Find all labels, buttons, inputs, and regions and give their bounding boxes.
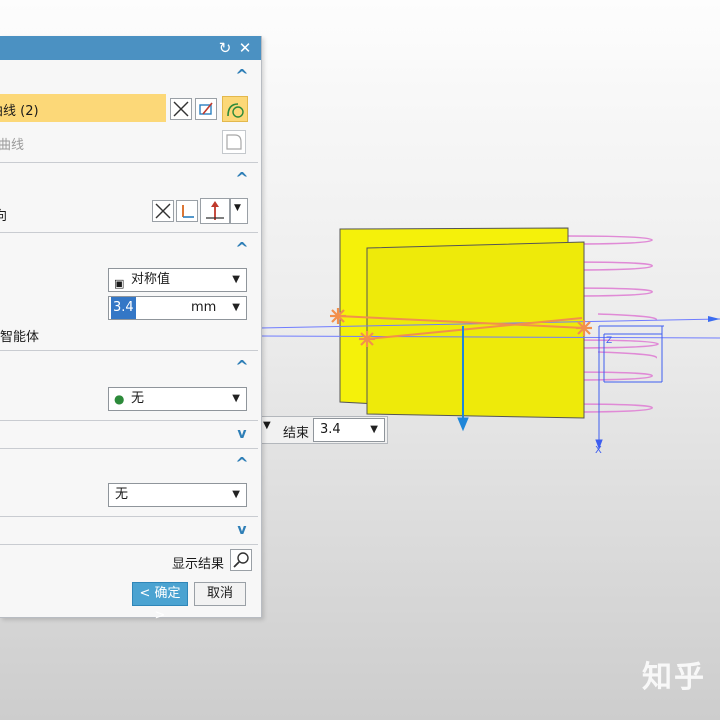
cube-icon: ▣ [114,277,125,290]
boolean-dropdown[interactable]: ● 无 ▼ [108,387,247,411]
select-curve-prompt: 曲线 [0,138,25,153]
end-value-field[interactable]: 3.4 ▼ [313,418,385,442]
reset-icon[interactable]: ↻ [216,39,234,57]
boolean-section-header[interactable]: ^ [0,355,258,381]
chevron-down-icon: ▼ [232,393,240,404]
cross-select-icon [173,101,189,117]
reverse-direction-button[interactable] [152,200,174,222]
deselect-button[interactable] [170,98,192,120]
triad-x-label: X [595,445,602,456]
vector-dialog-button[interactable] [176,200,198,222]
chevron-down-icon[interactable]: v [232,520,252,540]
offset-dropdown[interactable]: 无 ▼ [108,483,247,507]
show-result-label: 显示结果 [172,557,225,572]
vector-options-button[interactable] [200,198,230,224]
chevron-down-icon: ▼ [232,489,240,500]
vector-icon [206,201,224,220]
show-result-button[interactable] [230,549,252,571]
limits-section-header[interactable]: ^ [0,237,258,263]
chevron-up-icon[interactable]: ^ [232,454,252,474]
magnifier-icon [233,552,249,568]
chevron-down-icon[interactable]: v [232,424,252,444]
boolean-none-icon: ● [114,392,125,406]
chevron-down-icon: ▼ [370,424,378,435]
axis-icon [182,205,194,218]
direction-section-header[interactable]: ^ [0,167,258,193]
draft-section-header[interactable]: v [0,422,258,448]
chevron-down-icon[interactable]: ▼ [263,420,271,431]
extrude-dialog: ↻ ✕ ^ 曲线 (2) 曲线 ^ 向 ▼ ^ ▣ 对称值 [0,36,262,623]
cross-select-icon [155,203,171,219]
distance-input[interactable]: 3.4 mm ▼ [108,296,247,320]
extruded-face-front [366,241,585,419]
selected-curves-label: 曲线 (2) [0,104,39,119]
chevron-up-icon[interactable]: ^ [232,169,252,189]
vector-dropdown[interactable]: ▼ [230,198,248,224]
offset-section-header[interactable]: ^ [0,452,258,478]
watermark-logo: 知乎 [642,660,706,695]
end-option-dropdown[interactable]: ▣ 对称值 ▼ [108,268,247,292]
curve-outline-icon [226,134,242,150]
direction-label: 向 [0,209,8,224]
curve-icon [227,103,244,118]
distance-unit: mm [191,300,217,315]
chevron-down-icon: ▼ [232,302,240,313]
dialog-title-bar: ↻ ✕ [0,36,261,60]
triad-z-label: Z [606,336,612,346]
chevron-up-icon[interactable]: ^ [232,66,252,86]
chevron-down-icon: ▼ [232,274,240,285]
settings-section-header[interactable]: v [0,518,258,544]
cancel-button[interactable]: 取消 [194,582,246,606]
open-profile-label: 开放智能体 [0,330,40,345]
end-label: 结束 [283,426,310,441]
close-icon[interactable]: ✕ [236,39,254,57]
curve-section-button[interactable] [222,96,248,122]
ok-button[interactable]: < 确定 > [132,582,188,623]
curve-selector-button[interactable] [222,130,246,154]
selected-curves-row[interactable]: 曲线 (2) [0,94,166,122]
chevron-up-icon[interactable]: ^ [232,239,252,259]
sketch-section-button[interactable] [195,98,217,120]
chevron-down-icon: ▼ [234,203,241,213]
section-header[interactable]: ^ [0,64,258,90]
end-distance-toolbar: ▼ 结束 3.4 ▼ [258,416,388,444]
chevron-up-icon[interactable]: ^ [232,357,252,377]
sketch-icon [199,102,213,115]
